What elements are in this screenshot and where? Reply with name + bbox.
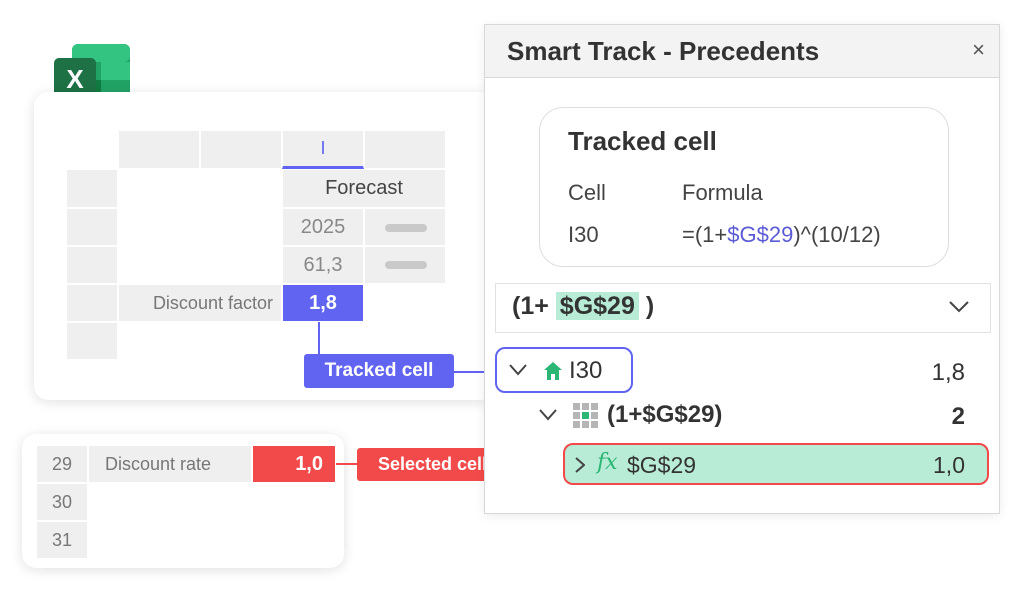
col-cell-label: Cell [568,180,606,205]
row-number-text: 29 [51,453,73,474]
placeholder-bar [385,224,427,232]
tree-item-label: $G$29 [627,452,697,478]
home-icon [544,362,562,380]
close-icon[interactable]: × [972,37,985,63]
placeholder-cell[interactable] [364,208,446,246]
connector-line [336,463,358,465]
chevron-down-icon[interactable] [539,409,557,421]
discount-factor-label: Discount factor [152,292,273,313]
smart-track-panel: Smart Track - Precedents × Tracked cell … [484,24,1000,514]
function-icon: fx [597,450,618,475]
tree-item-value: 2 [951,403,965,430]
tree-item-value: 1,0 [933,452,965,478]
row-number[interactable]: 31 [36,521,88,559]
tree-item-value: 1,8 [931,359,965,386]
panel-header: Smart Track - Precedents × [485,25,999,78]
chevron-down-icon[interactable] [509,364,527,376]
row-header[interactable] [66,208,118,246]
column-letter: I [320,138,326,158]
col-formula-label: Formula [682,180,763,205]
tree-item-tracked[interactable]: I30 [495,347,633,393]
tracked-cell-callout: Tracked cell [304,354,454,388]
expression-text: (1+ $G$29 ) [512,292,654,321]
forecast-label: Forecast [325,177,403,199]
selected-callout-label: Selected cell [377,454,488,474]
selected-value: 1,0 [295,452,323,475]
year-cell[interactable]: 2025 [282,208,364,246]
placeholder-cell[interactable] [364,246,446,284]
discount-factor-label-cell[interactable]: Discount factor [118,284,282,322]
chevron-down-icon[interactable] [948,300,970,314]
tracked-formula: =(1+$G$29)^(10/12) [682,222,881,248]
row-header[interactable] [66,246,118,284]
value-61: 61,3 [303,253,343,276]
tree-item-label[interactable]: (1+$G$29) [607,401,722,429]
tree-item-selected[interactable]: fx $G$29 1,0 [563,443,989,485]
expression-suffix: ) [645,292,655,320]
tree-item-label: I30 [569,357,603,384]
row-number-text: 30 [51,491,73,512]
row-number[interactable]: 29 [36,445,88,483]
tracked-card-heading: Tracked cell [568,126,717,156]
chevron-right-icon[interactable] [575,457,585,473]
expression-ref: $G$29 [555,292,639,320]
row-number[interactable]: 30 [36,483,88,521]
row-header[interactable] [66,169,118,208]
column-header[interactable] [118,130,200,169]
forecast-cell[interactable]: Forecast [282,169,446,208]
tracked-value: 1,8 [309,291,337,314]
range-grid-icon [573,403,599,429]
tracked-cell[interactable]: 1,8 [282,284,364,322]
connector-line [318,322,320,356]
spreadsheet-card-small: 29 Discount rate 1,0 30 31 [22,434,344,568]
year-value: 2025 [300,215,346,238]
discount-rate-label: Discount rate [105,453,212,474]
discount-rate-label-cell[interactable]: Discount rate [88,445,252,483]
placeholder-bar [385,261,427,269]
tracked-cell-card: Tracked cell Cell Formula I30 =(1+$G$29)… [539,107,949,267]
excel-logo-letter: X [66,64,84,94]
row-header[interactable] [66,322,118,360]
selected-cell[interactable]: 1,0 [252,445,336,483]
tracked-cell-ref: I30 [568,222,599,247]
column-header[interactable] [200,130,282,169]
column-header-i[interactable]: I [282,130,364,169]
row-header[interactable] [66,284,118,322]
formula-suffix: )^(10/12) [793,222,881,247]
tracked-callout-label: Tracked cell [324,360,434,381]
column-header[interactable] [364,130,446,169]
formula-prefix: =(1+ [682,222,728,247]
value-cell[interactable]: 61,3 [282,246,364,284]
expression-dropdown[interactable]: (1+ $G$29 ) [495,283,991,333]
formula-ref[interactable]: $G$29 [727,222,793,247]
expression-prefix: (1+ [512,292,549,320]
panel-title: Smart Track - Precedents [507,36,820,66]
row-number-text: 31 [51,529,73,550]
